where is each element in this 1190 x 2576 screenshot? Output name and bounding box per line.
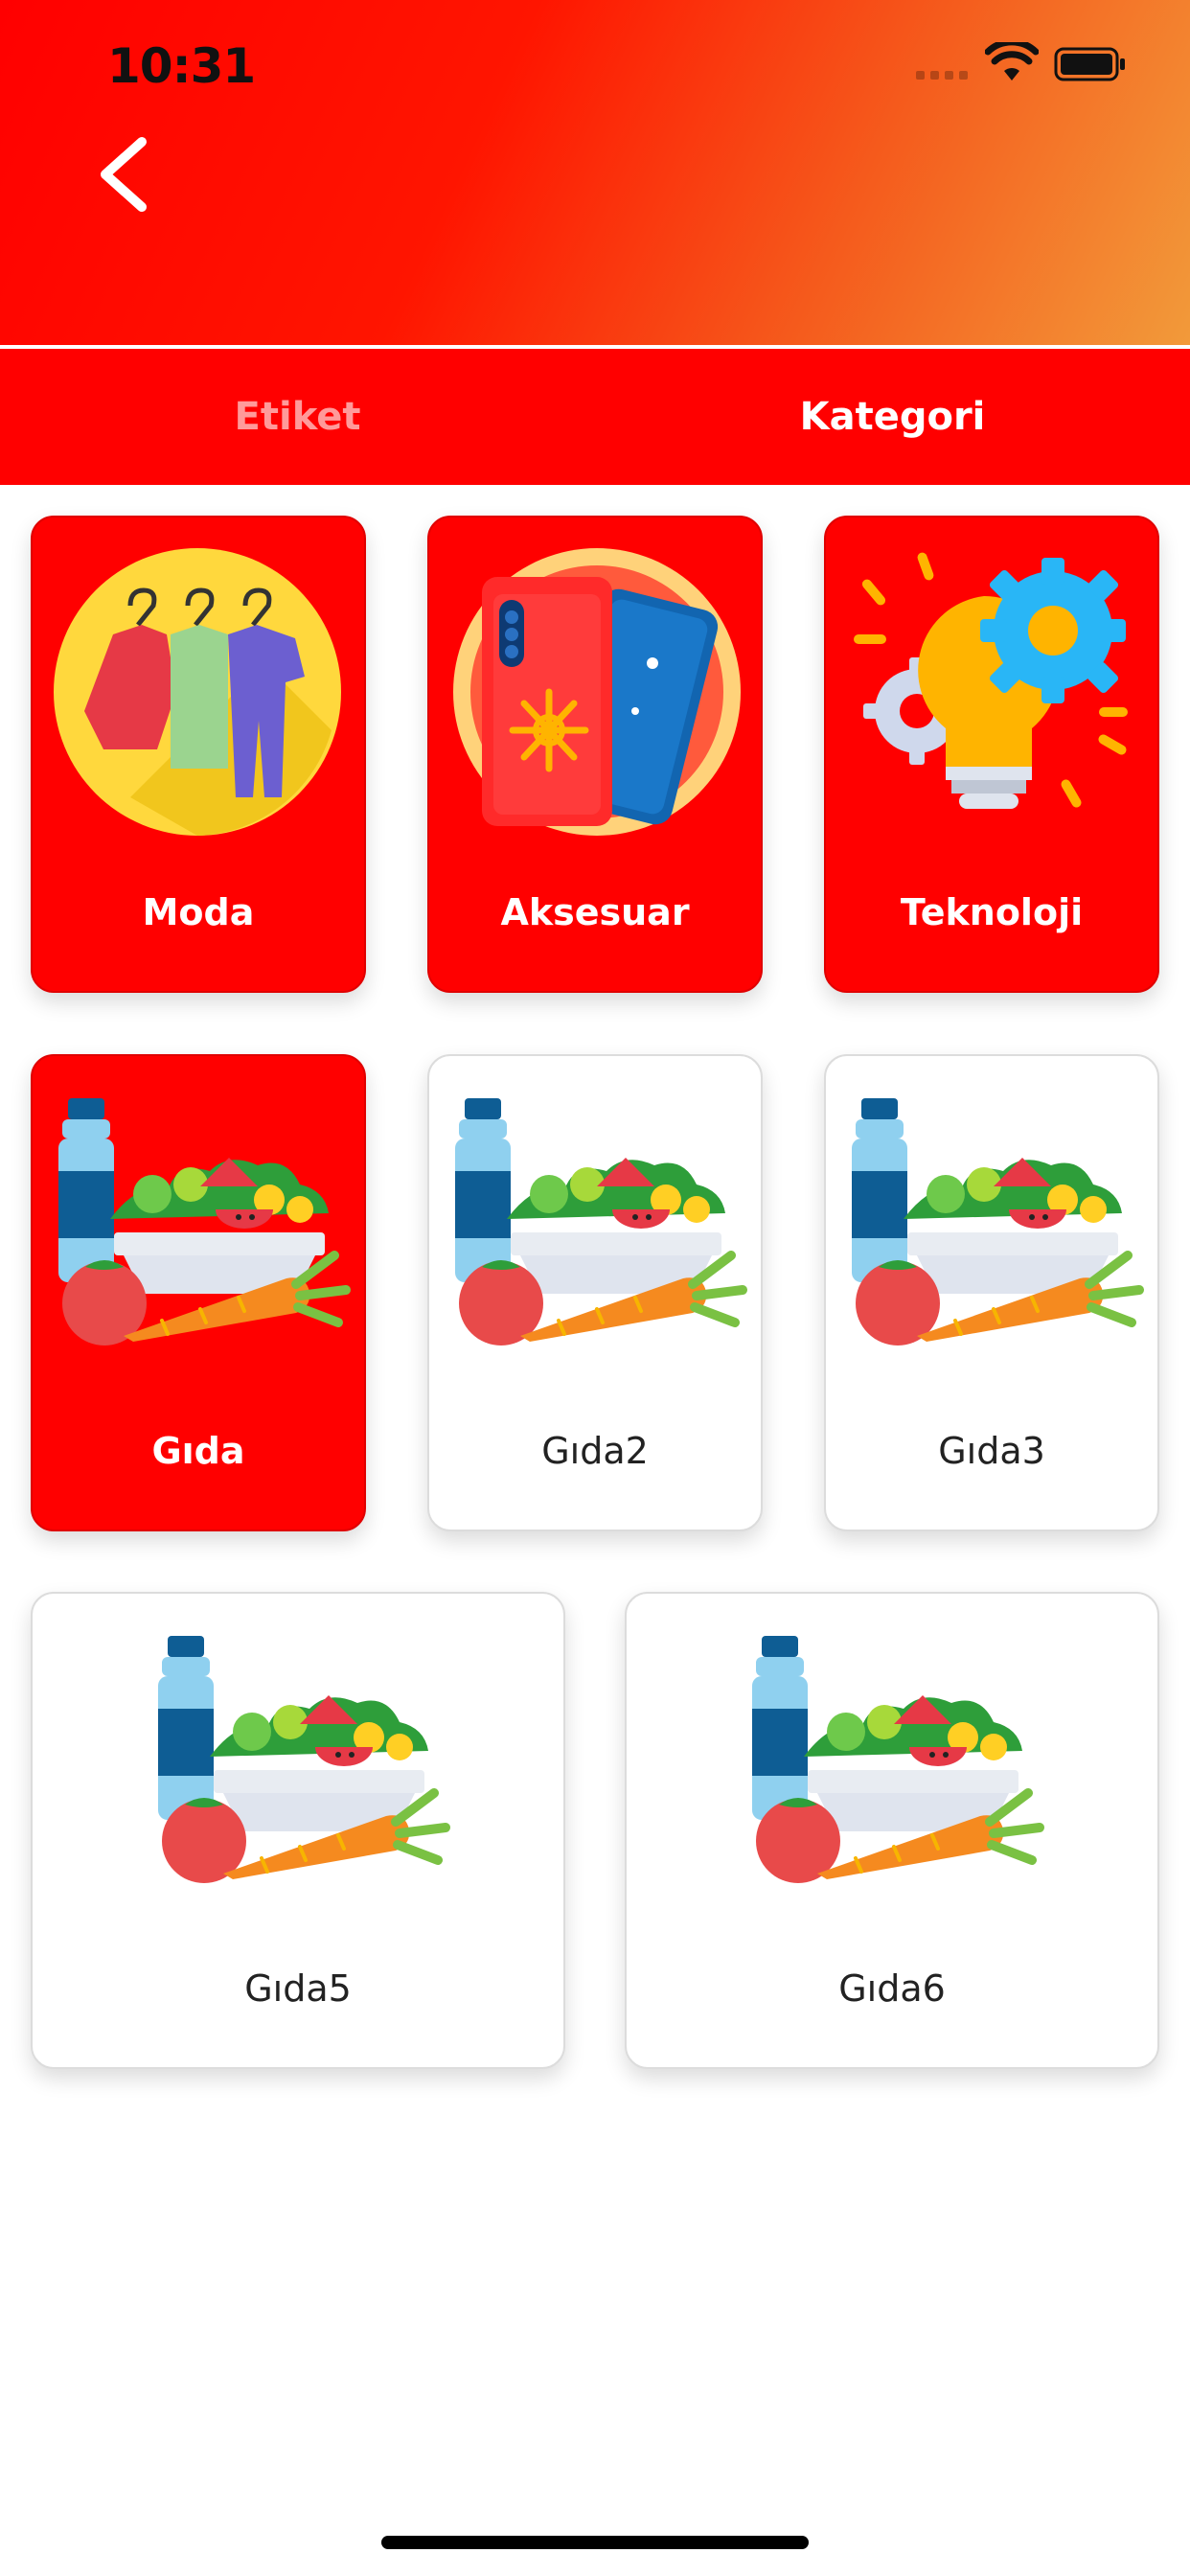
category-label: Gıda6 <box>838 1967 946 2010</box>
header: 10:31 <box>0 0 1190 345</box>
back-chevron-icon[interactable] <box>94 134 153 215</box>
food-icon <box>58 1098 351 1346</box>
category-card-moda[interactable]: Moda <box>31 516 366 993</box>
food-icon <box>752 1636 1044 1883</box>
clothes-hanger-icon <box>54 548 341 836</box>
phone-case-icon <box>453 548 741 836</box>
food-icon <box>852 1098 1144 1346</box>
category-card-gida3[interactable]: Gıda3 <box>824 1054 1159 1531</box>
category-card-gida5[interactable]: Gıda5 <box>31 1592 565 2069</box>
status-time: 10:31 <box>107 38 256 94</box>
category-label: Moda <box>142 891 255 933</box>
wifi-icon <box>985 42 1039 80</box>
food-icon <box>158 1636 450 1883</box>
battery-icon <box>1054 47 1125 81</box>
category-label: Gıda3 <box>938 1430 1045 1472</box>
category-label: Gıda5 <box>244 1967 352 2010</box>
tab-etiket[interactable]: Etiket <box>0 349 595 485</box>
home-indicator <box>381 2536 809 2549</box>
food-icon <box>455 1098 747 1346</box>
category-label: Aksesuar <box>500 891 690 933</box>
category-card-gida2[interactable]: Gıda2 <box>427 1054 763 1531</box>
category-card-gida6[interactable]: Gıda6 <box>625 1592 1159 2069</box>
lightbulb-gears-icon <box>854 552 1128 809</box>
category-card-teknoloji[interactable]: Teknoloji <box>824 516 1159 993</box>
tab-bar: Etiket Kategori <box>0 349 1190 485</box>
tab-kategori[interactable]: Kategori <box>595 349 1190 485</box>
category-label: Teknoloji <box>900 891 1084 933</box>
category-card-gida[interactable]: Gıda <box>31 1054 366 1531</box>
category-label: Gıda <box>151 1430 245 1472</box>
category-label: Gıda2 <box>541 1430 649 1472</box>
cellular-signal-icon <box>916 71 968 80</box>
category-card-aksesuar[interactable]: Aksesuar <box>427 516 763 993</box>
